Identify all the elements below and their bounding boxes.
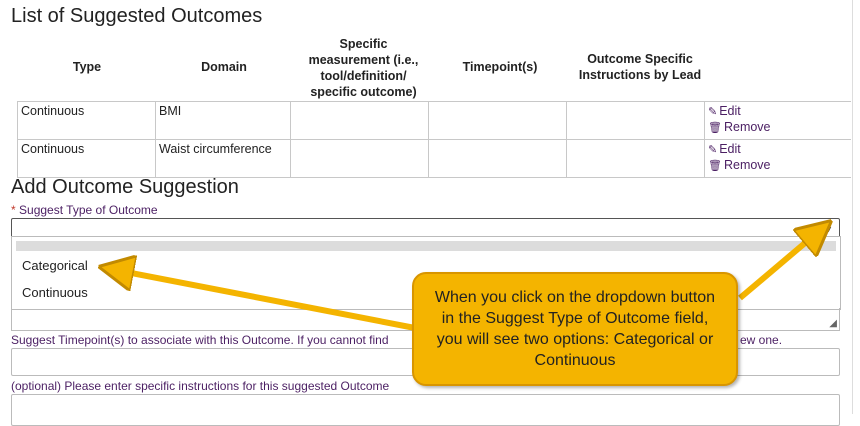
- header-timepoints: Timepoint(s): [462, 60, 538, 74]
- edit-label: Edit: [719, 142, 741, 156]
- cell-type: Continuous: [17, 101, 156, 140]
- cell-timepoints: [428, 101, 567, 140]
- cell-instructions: [566, 139, 705, 178]
- option-categorical[interactable]: Categorical: [22, 258, 88, 273]
- dropdown-highlight-option[interactable]: [16, 241, 836, 251]
- header-measurement: Specific measurement (i.e., tool/definit…: [308, 37, 419, 99]
- trash-icon: 🗑: [708, 122, 722, 134]
- cell-domain: BMI: [155, 101, 291, 140]
- cell-measurement: [290, 139, 429, 178]
- table-row: Continuous Waist circumference ✎ Edit 🗑 Re…: [17, 139, 851, 178]
- cell-instructions: [566, 101, 705, 140]
- chevron-down-icon[interactable]: ▼: [824, 224, 833, 234]
- outcomes-table-header: Type Domain Specific measurement (i.e., …: [10, 36, 860, 99]
- header-instructions: Outcome Specific Instructions by Lead: [578, 52, 702, 82]
- edit-label: Edit: [719, 104, 741, 118]
- cell-domain: Waist circumference: [155, 139, 291, 178]
- cell-actions: ✎ Edit 🗑 Remove: [704, 139, 851, 178]
- type-field-label-text: Suggest Type of Outcome: [19, 203, 158, 217]
- header-type: Type: [72, 60, 102, 74]
- instruction-callout: When you click on the dropdown button in…: [412, 272, 738, 386]
- type-field-label: * Suggest Type of Outcome: [11, 203, 158, 217]
- instructions-textarea[interactable]: [11, 394, 840, 426]
- cell-type: Continuous: [17, 139, 156, 178]
- edit-link[interactable]: ✎ Edit: [708, 104, 848, 120]
- header-domain: Domain: [201, 60, 247, 74]
- pencil-icon: ✎: [708, 144, 718, 156]
- outcome-type-select[interactable]: ▼: [11, 218, 840, 238]
- add-title: Add Outcome Suggestion: [11, 176, 239, 198]
- edit-link[interactable]: ✎ Edit: [708, 142, 848, 158]
- cell-timepoints: [428, 139, 567, 178]
- remove-link[interactable]: 🗑 Remove: [708, 158, 848, 174]
- timepoint-label-tail: ew one.: [740, 333, 783, 347]
- trash-icon: 🗑: [708, 160, 722, 172]
- list-title: List of Suggested Outcomes: [11, 5, 263, 27]
- pencil-icon: ✎: [708, 106, 718, 118]
- cell-measurement: [290, 101, 429, 140]
- remove-label: Remove: [723, 120, 771, 134]
- option-continuous[interactable]: Continuous: [22, 285, 88, 300]
- outcomes-table: Continuous BMI ✎ Edit 🗑 Remove Continuous …: [17, 101, 851, 178]
- required-mark: *: [11, 203, 16, 217]
- instructions-label: (optional) Please enter specific instruc…: [11, 379, 390, 393]
- remove-link[interactable]: 🗑 Remove: [708, 120, 848, 136]
- timepoint-label: Suggest Timepoint(s) to associate with t…: [11, 333, 389, 347]
- remove-label: Remove: [723, 158, 771, 172]
- resize-grip-icon[interactable]: ◢: [829, 318, 837, 329]
- table-row: Continuous BMI ✎ Edit 🗑 Remove: [17, 101, 851, 140]
- cell-actions: ✎ Edit 🗑 Remove: [704, 101, 851, 140]
